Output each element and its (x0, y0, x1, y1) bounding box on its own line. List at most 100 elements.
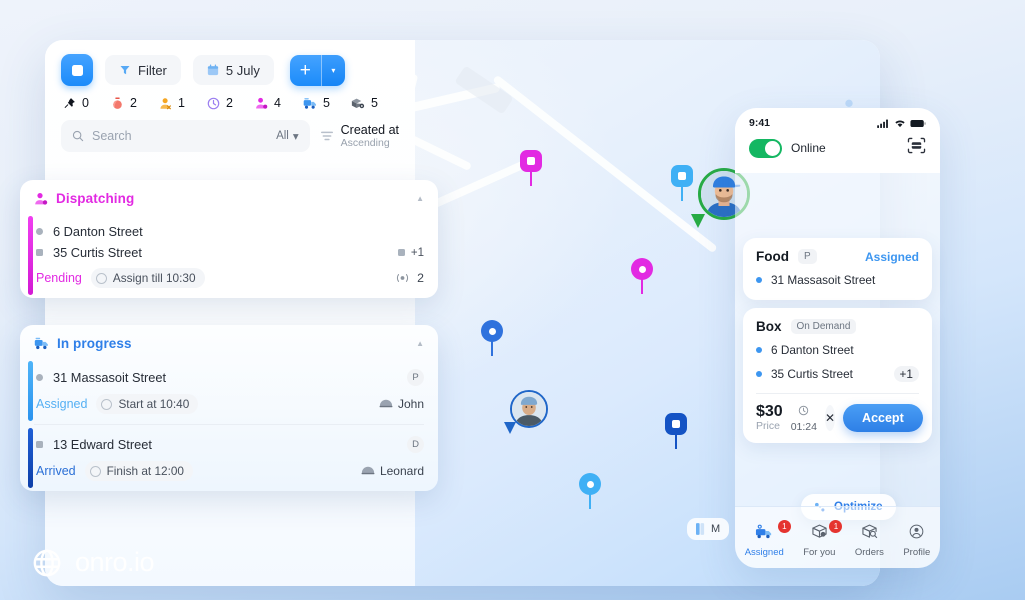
countdown-timer: 01:24 (791, 403, 817, 433)
nav-item-orders[interactable]: Orders (855, 524, 884, 558)
stat-scheduled[interactable]: 2 (207, 96, 255, 110)
pin-icon (64, 97, 75, 108)
address-dot-icon (756, 277, 762, 283)
stat-in-progress[interactable]: 5 (303, 96, 351, 110)
address-text: 35 Curtis Street (771, 367, 853, 381)
driver-icon (361, 466, 375, 474)
package-icon (351, 98, 365, 108)
group-header[interactable]: Dispatching ▲ (20, 180, 438, 213)
address-line: 13 Edward Street D (36, 433, 424, 456)
stat-pinned[interactable]: 0 (63, 96, 111, 110)
pickup-marker-2[interactable] (671, 165, 693, 201)
stat-dispatching[interactable]: 4 (255, 96, 303, 110)
status-badge: D (407, 436, 424, 453)
driver-info[interactable]: John (379, 397, 424, 411)
order-card-header: Box On Demand (756, 319, 919, 334)
order-type-badge-wrap: P (407, 369, 424, 386)
add-order-dropdown-button[interactable]: ▾ (320, 54, 345, 86)
dropoff-marker-2[interactable] (481, 320, 503, 356)
group-header[interactable]: In progress ▲ (20, 325, 438, 358)
status-label: Arrived (36, 464, 76, 478)
pickup-marker-3[interactable] (665, 413, 687, 449)
scan-button[interactable] (907, 137, 926, 159)
group-title: Dispatching (56, 191, 135, 206)
nav-item-for-you[interactable]: 1 For you (803, 519, 843, 558)
driver-name: Leonard (379, 464, 424, 478)
order-card-box[interactable]: Box On Demand 6 Danton Street 35 Curtis … (743, 308, 932, 443)
person-busy-icon (256, 97, 268, 109)
stat-value: 4 (274, 96, 281, 110)
truck-icon (34, 337, 48, 350)
clock-icon (89, 465, 101, 477)
order-row[interactable]: 6 Danton Street 35 Curtis Street +1 Pend… (20, 213, 438, 298)
pickup-dot-icon (36, 228, 43, 235)
dropoff-marker-3[interactable] (579, 473, 601, 509)
order-type-badge-wrap: D (407, 436, 424, 453)
pin-stem (675, 432, 677, 449)
order-type: Box (756, 319, 782, 334)
collapse-icon[interactable]: ▲ (416, 194, 424, 203)
stat-unassigned[interactable]: 1 (159, 96, 207, 110)
nav-item-profile[interactable]: Profile (903, 524, 930, 558)
date-button[interactable]: 5 July (192, 55, 274, 85)
pin-stem (589, 492, 591, 509)
nav-item-assigned[interactable]: 1 Assigned (745, 519, 791, 558)
search-scope-select[interactable]: All ▾ (276, 129, 299, 143)
stat-urgent[interactable]: 2 (111, 96, 159, 110)
status-accent-bar (28, 216, 33, 295)
time-chip: Finish at 12:00 (84, 461, 193, 481)
box-alert-icon (810, 524, 829, 544)
toolbar: Filter 5 July + ▾ (45, 40, 415, 86)
search-input[interactable] (92, 129, 269, 143)
nav-label: For you (803, 546, 836, 558)
search-icon (72, 130, 84, 142)
dropoff-dot-icon (36, 249, 43, 256)
accept-button[interactable]: Accept (843, 404, 923, 432)
address-text: 13 Edward Street (53, 437, 152, 452)
online-toggle[interactable] (749, 138, 782, 158)
dropoff-dot-icon (36, 441, 43, 448)
order-meta: Assigned Start at 10:40 John (36, 389, 424, 414)
collapse-icon[interactable]: ▲ (416, 339, 424, 348)
address-text: 6 Danton Street (771, 343, 854, 357)
time-chip: Start at 10:40 (96, 394, 199, 414)
grid-view-button[interactable] (61, 54, 93, 86)
pin-stem (641, 277, 643, 294)
order-tag: P (798, 249, 817, 264)
clock-icon (207, 97, 220, 109)
drop-icon (113, 97, 122, 109)
pin-stem (491, 339, 493, 356)
status-icons (877, 119, 926, 128)
sort-direction-label: Ascending (340, 136, 390, 149)
status-time: 9:41 (749, 117, 771, 129)
order-card-header: Food P Assigned (756, 249, 919, 264)
chevron-down-icon: ▾ (292, 131, 299, 143)
driver-info[interactable]: Leonard (361, 464, 424, 478)
order-card-food[interactable]: Food P Assigned 31 Massasoit Street (743, 238, 932, 300)
pickup-marker-1[interactable] (520, 150, 542, 186)
map-toggle-button[interactable]: M (687, 518, 730, 540)
nav-label: Profile (903, 546, 931, 558)
driver-icon (379, 399, 393, 407)
stat-value: 1 (178, 96, 185, 110)
status-label: Pending (36, 271, 82, 285)
truck-icon (755, 524, 774, 544)
nav-label: Orders (854, 546, 884, 558)
stat-done[interactable]: 5 (351, 96, 399, 110)
clock-icon (101, 398, 113, 410)
search-container[interactable]: All ▾ (61, 120, 310, 152)
sort-icon (320, 131, 333, 141)
address-line: 6 Danton Street (756, 334, 919, 357)
map-toggle-label: M (711, 523, 721, 535)
sort-button[interactable]: Created at Ascending (320, 123, 399, 150)
pickup-dot-icon (756, 347, 762, 353)
dropoff-marker-1[interactable] (631, 258, 653, 294)
broadcast-count: 2 (394, 271, 424, 285)
order-row[interactable]: 13 Edward Street D Arrived Finish at 12:… (20, 425, 438, 491)
online-toggle-row: Online (735, 131, 940, 163)
order-row[interactable]: 31 Massasoit Street P Assigned Start at … (20, 358, 438, 424)
time-chip-label: Finish at 12:00 (106, 464, 184, 478)
add-order-button[interactable]: + (289, 54, 321, 86)
reject-button[interactable]: ✕ (824, 405, 836, 431)
filter-button[interactable]: Filter (105, 55, 181, 85)
